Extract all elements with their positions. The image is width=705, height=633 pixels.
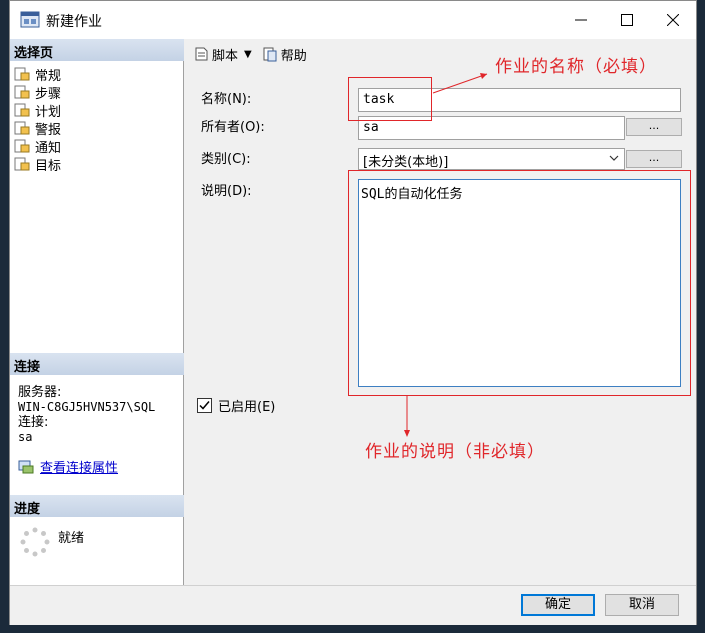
help-button[interactable]: 帮助 bbox=[262, 45, 307, 64]
new-job-dialog: 新建作业 选择页 常规 步骤 计划 警报 通知 目标 连接 服务器: WIN-C… bbox=[9, 0, 697, 625]
cancel-button[interactable]: 取消 bbox=[605, 594, 679, 616]
connection-properties-icon bbox=[18, 460, 34, 473]
connection-info: 服务器: WIN-C8GJ5HVN537\SQL 连接: sa bbox=[18, 385, 155, 445]
page-label: 警报 bbox=[35, 122, 62, 138]
page-icon bbox=[14, 103, 30, 117]
spinner-icon bbox=[20, 527, 50, 557]
page-label: 常规 bbox=[35, 68, 62, 84]
ok-button[interactable]: 确定 bbox=[521, 594, 595, 616]
help-icon bbox=[263, 47, 277, 62]
category-browse-button[interactable]: ... bbox=[626, 150, 682, 168]
close-button[interactable] bbox=[650, 1, 696, 39]
page-icon bbox=[14, 121, 30, 135]
left-panel: 选择页 常规 步骤 计划 警报 通知 目标 连接 服务器: WIN-C8GJ5H… bbox=[10, 39, 184, 585]
category-value: [未分类(本地)] bbox=[363, 155, 449, 170]
enabled-checkbox-row[interactable]: 已启用(E) bbox=[197, 396, 275, 415]
owner-label: 所有者(O): bbox=[201, 120, 265, 135]
chevron-down-icon bbox=[609, 155, 619, 161]
app-icon bbox=[20, 11, 40, 28]
view-connection-properties[interactable]: 查看连接属性 bbox=[18, 457, 118, 476]
close-icon bbox=[667, 14, 679, 26]
page-label: 步骤 bbox=[35, 86, 62, 102]
page-item-alerts[interactable]: 警报 bbox=[14, 119, 62, 138]
category-select[interactable]: [未分类(本地)] bbox=[358, 148, 625, 170]
connection-value: sa bbox=[18, 430, 33, 444]
page-icon bbox=[14, 85, 30, 99]
maximize-button[interactable] bbox=[604, 1, 650, 39]
pages-header: 选择页 bbox=[10, 39, 184, 61]
window-title: 新建作业 bbox=[46, 14, 102, 30]
view-connection-properties-link[interactable]: 查看连接属性 bbox=[40, 457, 118, 476]
progress-indicator: 就绪 bbox=[20, 527, 84, 557]
description-label: 说明(D): bbox=[201, 184, 252, 199]
page-icon bbox=[14, 67, 30, 81]
enabled-label: 已启用(E) bbox=[218, 400, 276, 415]
page-item-schedule[interactable]: 计划 bbox=[14, 101, 62, 120]
name-label: 名称(N): bbox=[201, 92, 252, 107]
maximize-icon bbox=[621, 14, 633, 26]
help-label: 帮助 bbox=[280, 48, 307, 64]
enabled-checkbox[interactable] bbox=[197, 398, 212, 413]
page-item-targets[interactable]: 目标 bbox=[14, 155, 62, 174]
owner-browse-button[interactable]: ... bbox=[626, 118, 682, 136]
page-label: 计划 bbox=[35, 104, 62, 120]
script-icon bbox=[195, 47, 208, 61]
page-label: 通知 bbox=[35, 140, 62, 156]
main-panel: 脚本 ▼ 帮助 名称(N): task 所有者(O): sa ... 类别(C)… bbox=[185, 39, 696, 585]
progress-header: 进度 bbox=[10, 495, 184, 517]
script-label: 脚本 bbox=[212, 48, 239, 64]
name-annotation-box bbox=[348, 77, 432, 121]
dialog-footer: 确定 取消 bbox=[10, 585, 696, 625]
description-annotation-text: 作业的说明（非必填） bbox=[365, 442, 545, 462]
page-icon bbox=[14, 157, 30, 171]
checkmark-icon bbox=[199, 401, 210, 410]
server-label: 服务器: bbox=[18, 385, 62, 400]
script-button[interactable]: 脚本 ▼ bbox=[193, 45, 252, 64]
minimize-icon bbox=[575, 19, 587, 21]
description-annotation-box bbox=[348, 170, 691, 396]
progress-status: 就绪 bbox=[58, 531, 85, 546]
page-label: 目标 bbox=[35, 158, 62, 174]
page-list: 常规 步骤 计划 警报 通知 目标 bbox=[14, 65, 62, 174]
page-item-general[interactable]: 常规 bbox=[14, 65, 62, 84]
page-icon bbox=[14, 139, 30, 153]
dropdown-arrow-icon[interactable]: ▼ bbox=[244, 49, 252, 60]
minimize-button[interactable] bbox=[558, 1, 604, 39]
category-label: 类别(C): bbox=[201, 152, 251, 167]
name-annotation-text: 作业的名称（必填） bbox=[495, 57, 657, 77]
connection-label: 连接: bbox=[18, 415, 49, 430]
page-item-notifications[interactable]: 通知 bbox=[14, 137, 62, 156]
server-value: WIN-C8GJ5HVN537\SQL bbox=[18, 400, 156, 414]
page-item-steps[interactable]: 步骤 bbox=[14, 83, 62, 102]
connection-header: 连接 bbox=[10, 353, 184, 375]
title-bar: 新建作业 bbox=[10, 1, 696, 39]
